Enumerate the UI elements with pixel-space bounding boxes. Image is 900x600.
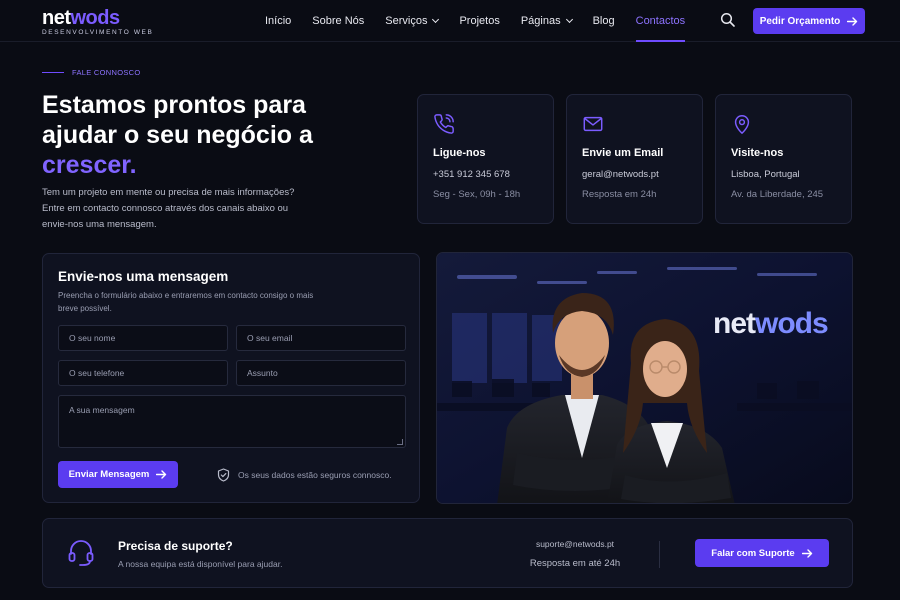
resize-handle-icon[interactable] (397, 439, 403, 445)
nav-projetos[interactable]: Projetos (459, 0, 499, 42)
nav-blog[interactable]: Blog (593, 0, 615, 42)
card-city: Lisboa, Portugal (731, 169, 800, 180)
contact-card-phone: Ligue-nos +351 912 345 678 Seg - Sex, 09… (417, 94, 554, 224)
arrow-right-icon (156, 470, 167, 479)
support-title: Precisa de suporte? (118, 539, 233, 553)
support-response-time: Resposta em até 24h (529, 558, 621, 569)
main-menu: Início Sobre Nós Serviços Projetos Págin… (265, 0, 706, 42)
mail-icon (582, 113, 604, 135)
wall-logo: netwods (713, 307, 828, 340)
card-address: Av. da Liberdade, 245 (731, 189, 824, 200)
map-pin-icon (731, 113, 753, 135)
arrow-right-icon (801, 548, 812, 558)
nav-inicio[interactable]: Início (265, 0, 291, 42)
phone-icon (433, 113, 455, 135)
phone-field[interactable]: O seu telefone (58, 360, 228, 386)
vertical-divider (659, 541, 660, 568)
team-photo: netwods (436, 252, 853, 504)
send-message-button[interactable]: Enviar Mensagem (58, 461, 178, 488)
subject-field[interactable]: Assunto (236, 360, 406, 386)
hero-description: Tem um projeto em mente ou precisa de ma… (42, 187, 295, 230)
title-accent: crescer. (42, 151, 137, 179)
card-phone-number[interactable]: +351 912 345 678 (433, 169, 510, 180)
name-field[interactable]: O seu nome (58, 325, 228, 351)
arrow-right-icon (847, 16, 858, 26)
privacy-note: Os seus dados estão seguros connosco. (217, 468, 392, 482)
form-title: Envie-nos uma mensagem (58, 269, 229, 284)
nav-paginas[interactable]: Páginas (521, 0, 573, 42)
request-quote-button[interactable]: Pedir Orçamento (753, 8, 865, 34)
shield-check-icon (217, 468, 230, 482)
form-subtitle: Preencha o formulário abaixo e entraremo… (58, 291, 314, 313)
card-email-address[interactable]: geral@netwods.pt (582, 169, 659, 180)
message-textarea[interactable]: A sua mensagem (58, 395, 406, 448)
talk-to-support-button[interactable]: Falar com Suporte (695, 539, 829, 567)
card-response-time: Resposta em 24h (582, 189, 657, 200)
card-title: Visite-nos (731, 147, 784, 159)
card-title: Envie um Email (582, 147, 664, 159)
support-subtitle: A nossa equipa está disponível para ajud… (118, 559, 283, 569)
logo-wordmark: netwods (42, 7, 120, 29)
eyebrow-divider (42, 72, 64, 73)
logo-tagline: DESENVOLVIMENTO WEB (42, 29, 154, 36)
office-team-illustration: netwods (437, 253, 852, 503)
email-field[interactable]: O seu email (236, 325, 406, 351)
search-icon[interactable] (720, 12, 736, 28)
headset-icon (67, 538, 95, 568)
page-title: Estamos prontos para ajudar o seu negóci… (42, 91, 313, 179)
support-banner: Precisa de suporte? A nossa equipa está … (42, 518, 853, 588)
brand-logo[interactable]: netwods DESENVOLVIMENTO WEB (42, 8, 153, 36)
nav-sobre-nos[interactable]: Sobre Nós (312, 0, 364, 42)
chevron-down-icon (432, 15, 440, 24)
card-hours: Seg - Sex, 09h - 18h (433, 189, 521, 200)
nav-servicos[interactable]: Serviços (385, 0, 440, 42)
contact-form: Envie-nos uma mensagem Preencha o formul… (42, 253, 420, 503)
contact-card-location: Visite-nos Lisboa, Portugal Av. da Liber… (715, 94, 852, 224)
card-title: Ligue-nos (433, 147, 486, 159)
section-eyebrow: FALE CONNOSCO (42, 68, 141, 77)
top-navbar: netwods DESENVOLVIMENTO WEB Início Sobre… (0, 0, 900, 42)
contact-card-email: Envie um Email geral@netwods.pt Resposta… (566, 94, 703, 224)
nav-contactos[interactable]: Contactos (635, 0, 685, 42)
chevron-down-icon (565, 15, 573, 24)
support-email[interactable]: suporte@netwods.pt (493, 539, 657, 549)
